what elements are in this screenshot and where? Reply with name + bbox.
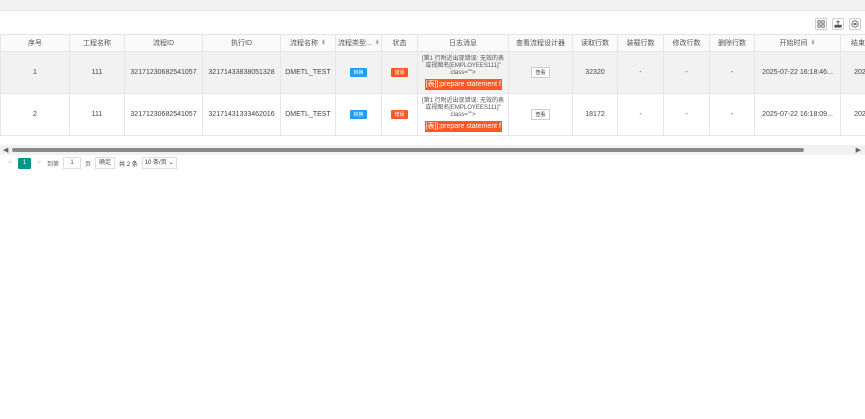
header-status[interactable]: 状态 [382,35,418,52]
sort-icon[interactable]: ▲▼ [321,40,326,46]
current-page[interactable]: 1 [18,158,31,169]
cell-index: 2 [1,94,70,136]
cell-project: 111 [70,94,125,136]
status-badge: 错误 [391,68,407,77]
table-row[interactable]: 1 111 32171230682541057 3217143383805132… [1,52,865,94]
cell-end-time: 2025-0 [841,52,865,94]
columns-icon[interactable] [815,18,827,30]
cell-load-rows: - [618,52,664,94]
chevron-down-icon: ⌄ [169,158,174,168]
cell-flow-name: DMETL_TEST [281,52,336,94]
sort-icon[interactable]: ▲▼ [811,40,816,46]
log-message-error-bar: [表]];prepare statement f [425,79,502,90]
scrollbar-thumb[interactable] [12,148,804,152]
export-icon[interactable] [832,18,844,30]
data-table: 序号 工程名称 流程ID 执行ID 流程名称▲▼ 流程类型...▲▼ 状态 日志… [0,34,865,145]
cell-project: 111 [70,52,125,94]
header-load-rows[interactable]: 装载行数 [618,35,664,52]
goto-confirm-button[interactable]: 确定 [95,157,115,169]
cell-read-rows: 32320 [573,52,618,94]
cell-flow-type: 转换 [336,94,382,136]
page-unit-label: 页 [85,159,91,168]
cell-start-time: 2025-07-22 16:18:46... [755,52,841,94]
main-card: 序号 工程名称 流程ID 执行ID 流程名称▲▼ 流程类型...▲▼ 状态 日志… [0,10,865,419]
cell-delete-rows: - [710,52,755,94]
table-header-row: 序号 工程名称 流程ID 执行ID 流程名称▲▼ 流程类型...▲▼ 状态 日志… [1,35,865,52]
horizontal-scrollbar[interactable]: ◀ ▶ [0,145,865,155]
cell-index: 1 [1,52,70,94]
cell-log-message: [第1 行附近出现错误: 无效的表或视图名[EMPLOYEES111]" cla… [418,94,509,136]
header-index[interactable]: 序号 [1,35,70,52]
table-toolbar [815,18,861,30]
cell-status: 错误 [382,94,418,136]
prev-page-icon[interactable]: < [6,160,14,166]
header-flow-type-label: 流程类型... [338,38,372,48]
log-message-text: [第1 行附近出现错误: 无效的表或视图名[EMPLOYEES111]" cla… [420,98,506,119]
print-icon[interactable] [849,18,861,30]
header-read-rows[interactable]: 读取行数 [573,35,618,52]
cell-load-rows: - [618,94,664,136]
flow-type-badge: 转换 [350,68,366,77]
cell-update-rows: - [664,52,710,94]
header-update-rows[interactable]: 修改行数 [664,35,710,52]
scroll-left-icon[interactable]: ◀ [3,146,8,154]
cell-flow-id: 32171230682541057 [125,52,203,94]
header-view-designer[interactable]: 查看流程设计器 [509,35,573,52]
view-designer-button[interactable]: 查看 [531,109,549,120]
cell-exec-id: 32171433838051328 [203,52,281,94]
scroll-right-icon[interactable]: ▶ [856,146,861,154]
table-row[interactable]: 2 111 32171230682541057 3217143133346201… [1,94,865,136]
header-flow-name-label: 流程名称 [290,38,318,48]
header-flow-id[interactable]: 流程ID [125,35,203,52]
log-message-error-bar: [表]];prepare statement f [425,121,502,132]
cell-exec-id: 32171431333462016 [203,94,281,136]
sort-icon[interactable]: ▲▼ [375,40,380,46]
header-start-time-label: 开始时间 [780,38,808,48]
cell-flow-type: 转换 [336,52,382,94]
header-log-message[interactable]: 日志消息 [418,35,509,52]
cell-read-rows: 18172 [573,94,618,136]
goto-label: 到第 [47,159,59,168]
page-size-value: 10 条/页 [145,158,167,168]
header-delete-rows[interactable]: 删除行数 [710,35,755,52]
cell-update-rows: - [664,94,710,136]
status-badge: 错误 [391,110,407,119]
header-end-time[interactable]: 结束时间 [841,35,865,52]
cell-log-message: [第1 行附近出现错误: 无效的表或视图名[EMPLOYEES111]" cla… [418,52,509,94]
cell-delete-rows: - [710,94,755,136]
header-exec-id[interactable]: 执行ID [203,35,281,52]
next-page-icon[interactable]: > [35,160,43,166]
header-flow-name[interactable]: 流程名称▲▼ [281,35,336,52]
cell-flow-id: 32171230682541057 [125,94,203,136]
header-start-time[interactable]: 开始时间▲▼ [755,35,841,52]
cell-view-designer: 查看 [509,52,573,94]
cell-flow-name: DMETL_TEST [281,94,336,136]
total-count: 共 2 条 [119,159,138,168]
cell-end-time: 2025-0 [841,94,865,136]
pagination: < 1 > 到第 1 页 确定 共 2 条 10 条/页⌄ [6,157,177,169]
header-project-name[interactable]: 工程名称 [70,35,125,52]
flow-type-badge: 转换 [350,110,366,119]
cell-status: 错误 [382,52,418,94]
page-size-select[interactable]: 10 条/页⌄ [142,157,177,169]
cell-start-time: 2025-07-22 16:18:09... [755,94,841,136]
cell-view-designer: 查看 [509,94,573,136]
header-flow-type[interactable]: 流程类型...▲▼ [336,35,382,52]
goto-page-input[interactable]: 1 [63,157,81,169]
view-designer-button[interactable]: 查看 [531,67,549,78]
log-message-text: [第1 行附近出现错误: 无效的表或视图名[EMPLOYEES111]" cla… [420,56,506,77]
